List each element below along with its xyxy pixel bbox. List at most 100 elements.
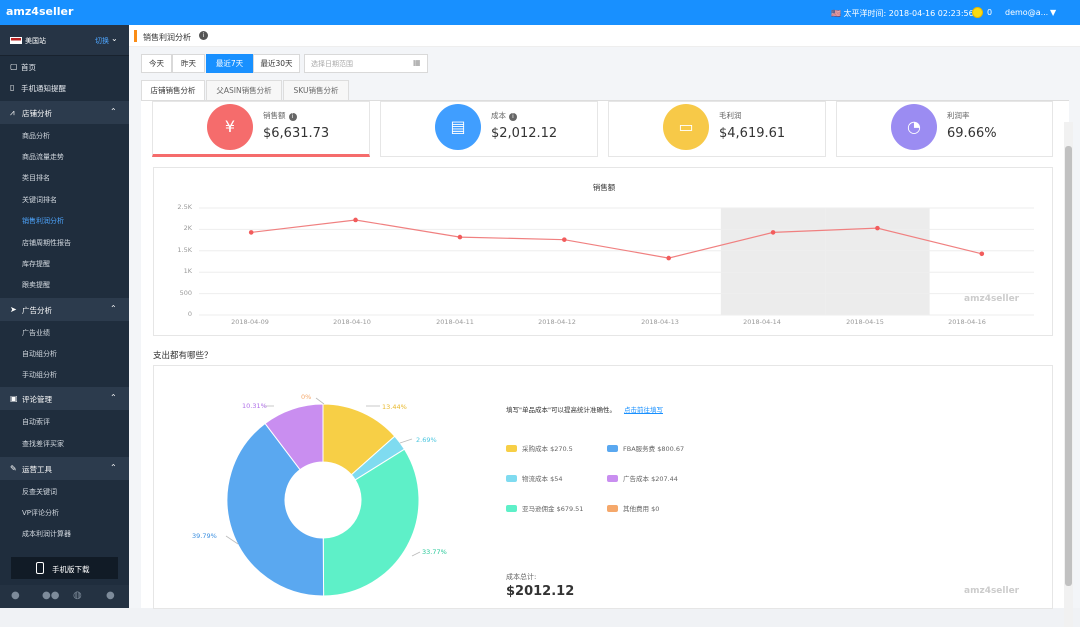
calendar-icon[interactable]: ▦ [413, 58, 421, 67]
sidebar-group-label: 广告分析 [22, 306, 52, 315]
legend-item[interactable]: 亚马逊佣金 $679.51 [506, 503, 583, 513]
sidebar-item-keyword-rank[interactable]: 关键词排名 [22, 195, 57, 205]
sidebar-item-profit-calculator[interactable]: 成本利润计算器 [22, 529, 71, 539]
chevron-up-icon: ⌃ [110, 393, 117, 402]
pie-slice[interactable] [322, 448, 420, 597]
info-icon[interactable]: i [288, 113, 297, 121]
date-range-input[interactable]: 选择日期范围 ▦ [304, 54, 428, 73]
page-title: 销售利润分析 [143, 33, 191, 42]
user-menu-caret-icon[interactable]: ▼ [1050, 8, 1056, 17]
timezone-clock: 🇺🇸 太平洋时间: 2018-04-16 02:23:56 [831, 9, 974, 18]
shaded-band [720, 208, 826, 315]
chevron-up-icon: ⌃ [110, 107, 117, 116]
y-tick-label: 2.5K [177, 203, 192, 211]
filter-yesterday-button[interactable]: 昨天 [172, 54, 205, 73]
content: 今天 昨天 最近7天 最近30天 选择日期范围 ▦ 店铺销售分析 父ASIN销售… [129, 47, 1080, 627]
legend-swatch [506, 475, 517, 482]
legend-item[interactable]: 物流成本 $54 [506, 473, 562, 483]
metric-card-sales[interactable]: ¥ 销售额 i $6,631.73 [152, 101, 370, 157]
sidebar-item-auto-group[interactable]: 自动组分析 [22, 349, 57, 359]
pie-slice-label: 0% [301, 393, 312, 401]
sidebar-item-inventory-alert[interactable]: 库存提醒 [22, 259, 50, 269]
watermark-logo: amz4seller [964, 586, 1020, 596]
info-icon[interactable]: i [509, 113, 517, 121]
sidebar-item-manual-group[interactable]: 手动组分析 [22, 370, 57, 380]
sidebar-item-traffic-trend[interactable]: 商品流量走势 [22, 152, 64, 162]
chat-icon[interactable]: ◍ [73, 590, 82, 601]
x-tick-label: 2018-04-13 [641, 318, 679, 326]
legend-item[interactable]: 广告成本 $207.44 [607, 473, 678, 483]
metric-value: 69.66% [947, 126, 997, 141]
chevron-down-icon[interactable]: ⌄ [111, 34, 118, 43]
data-point [979, 251, 985, 257]
pie-leader-line [411, 551, 421, 557]
sidebar-item-product-analysis[interactable]: 商品分析 [22, 131, 50, 141]
sidebar-group-ops-tools[interactable]: ✎ 运营工具 ⌃ [0, 457, 129, 480]
coin-icon[interactable] [972, 7, 983, 18]
sidebar-group-store-analysis[interactable]: ⩘ 店铺分析 ⌃ [0, 101, 129, 124]
sidebar-item-notice[interactable]: ▯ 手机通知提醒 [0, 77, 129, 98]
sidebar-item-category-rank[interactable]: 类目排名 [22, 173, 50, 183]
sidebar-item-auto-review[interactable]: 自动索评 [22, 417, 50, 427]
scrollbar-thumb[interactable] [1065, 146, 1072, 586]
metric-value: $2,012.12 [491, 126, 558, 141]
sidebar-item-ad-performance[interactable]: 广告业绩 [22, 328, 50, 338]
sidebar-group-label: 运营工具 [22, 465, 52, 474]
fill-cost-link[interactable]: 点击前往填写 [624, 406, 663, 414]
group-icon[interactable]: ● [106, 590, 115, 601]
sidebar-item-home[interactable]: ▢ 首页 [0, 56, 129, 77]
sidebar-item-reverse-keyword[interactable]: 反查关键词 [22, 487, 57, 497]
mobile-download-button[interactable]: 手机版下载 [11, 557, 118, 579]
pie-slice-label: 10.31% [242, 402, 267, 410]
scrollbar[interactable] [1064, 122, 1073, 627]
data-point [666, 255, 671, 261]
line-chart-canvas [199, 207, 1034, 316]
tab-parent-asin-sales[interactable]: 父ASIN销售分析 [206, 80, 282, 100]
legend-item[interactable]: 其他费用 $0 [607, 503, 659, 513]
send-icon: ➤ [10, 305, 17, 314]
legend-item[interactable]: FBA服务费 $800.67 [607, 443, 684, 453]
tab-store-sales[interactable]: 店铺销售分析 [141, 80, 205, 100]
user-account[interactable]: demo@a... [1005, 8, 1048, 17]
filter-last7-button[interactable]: 最近7天 [206, 54, 253, 73]
metric-card-gross-profit[interactable]: ▭ 毛利润 $4,619.61 [608, 101, 826, 157]
calculator-icon: ▤ [435, 104, 481, 150]
x-tick-label: 2018-04-11 [436, 318, 474, 326]
sidebar-item-hijack-alert[interactable]: 跟卖提醒 [22, 280, 50, 290]
site-selector[interactable]: 美国站 切换 ⌄ [0, 25, 129, 56]
y-tick-label: 500 [179, 289, 192, 297]
info-icon[interactable]: i [199, 31, 208, 40]
filter-today-button[interactable]: 今天 [141, 54, 172, 73]
metric-card-margin[interactable]: ◔ 利润率 69.66% [836, 101, 1053, 157]
sidebar-item-vp-review[interactable]: VP评论分析 [22, 508, 59, 518]
shaded-band [825, 208, 930, 315]
switch-site-button[interactable]: 切换 [95, 36, 109, 46]
sidebar-group-review-mgmt[interactable]: ▣ 评论管理 ⌃ [0, 387, 129, 410]
sidebar-item-periodic-report[interactable]: 店铺周期性报告 [22, 238, 71, 248]
metric-card-cost[interactable]: ▤ 成本 i $2,012.12 [380, 101, 598, 157]
data-point [353, 217, 358, 223]
expense-section-title: 支出都有哪些？ [153, 351, 213, 361]
sidebar-item-bad-reviewer[interactable]: 查找差评买家 [22, 439, 64, 449]
wallet-icon: ▭ [663, 104, 709, 150]
chevron-up-icon: ⌃ [110, 463, 117, 472]
x-tick-label: 2018-04-16 [948, 318, 986, 326]
pie-slice-label: 2.69% [416, 436, 437, 444]
app-logo[interactable]: amz4seller [6, 5, 73, 18]
money-bag-icon: ¥ [207, 104, 253, 150]
sidebar-group-ad-analysis[interactable]: ➤ 广告分析 ⌃ [0, 298, 129, 321]
legend-swatch [506, 445, 517, 452]
filter-last30-button[interactable]: 最近30天 [253, 54, 300, 73]
sidebar-item-sales-profit[interactable]: 销售利润分析 [22, 216, 64, 226]
date-range-placeholder: 选择日期范围 [311, 60, 353, 68]
user-icon[interactable]: ● [11, 590, 20, 601]
tab-sku-sales[interactable]: SKU销售分析 [283, 80, 349, 100]
data-point [248, 230, 254, 235]
data-point [770, 230, 776, 235]
metric-value: $4,619.61 [719, 126, 786, 141]
metric-label: 成本 i [491, 110, 517, 121]
x-tick-label: 2018-04-09 [231, 318, 269, 326]
legend-item[interactable]: 采购成本 $270.5 [506, 443, 573, 453]
team-icon[interactable]: ●● [42, 590, 59, 601]
home-icon: ▢ [10, 62, 18, 71]
